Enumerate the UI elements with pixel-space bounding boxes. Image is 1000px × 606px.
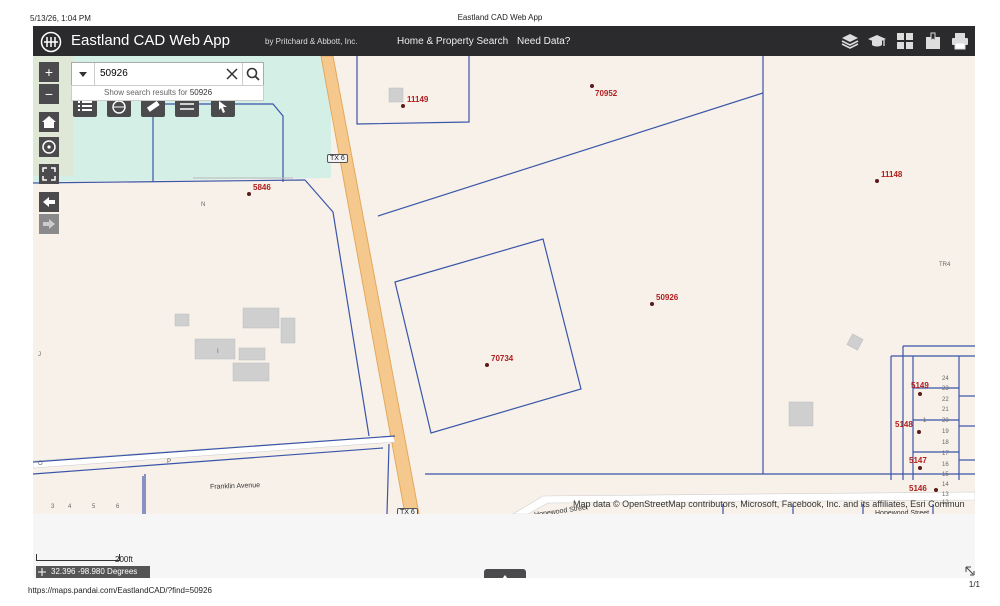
lot-number: 17 [942,451,949,457]
nav-home-property-search[interactable]: Home & Property Search [397,36,508,47]
parcel-label[interactable]: 70952 [595,89,617,98]
search-suggestion[interactable]: Show search results for 50926 [71,85,264,101]
parcel-label[interactable]: 5149 [911,381,929,390]
lot-number: 5 [92,504,96,510]
top-bar: Eastland CAD Web App by Pritchard & Abbo… [33,26,975,56]
parcel-label[interactable]: 5148 [895,420,913,429]
app-window: Eastland CAD Web App by Pritchard & Abbo… [33,26,975,578]
fullscreen-icon [42,167,56,181]
arrow-left-icon [43,197,55,207]
lot-letter: O [38,461,43,467]
map-view[interactable]: 11149 70952 5846 11148 50926 70734 5149 … [33,56,975,525]
locate-icon [42,140,56,154]
search-input[interactable] [100,65,220,81]
bookmark-icon[interactable] [923,31,943,51]
parcel-label[interactable]: 50926 [656,293,678,302]
close-icon [226,68,238,80]
suggestion-label: Show search results for [104,88,188,97]
graduation-cap-icon[interactable] [867,31,887,51]
parcel-dot[interactable] [875,179,879,183]
fullscreen-button[interactable] [39,164,59,184]
parcel-dot[interactable] [401,104,405,108]
lot-number: 20 [942,418,949,424]
suggestion-term: 50926 [189,88,213,97]
bottom-panel-toggle[interactable] [484,569,526,578]
lot-number: 22 [942,397,949,403]
scale-label: 200ft [115,555,133,564]
search-widget [71,62,264,86]
crosshair-icon [38,568,46,576]
locate-button[interactable] [39,137,59,157]
parcel-label[interactable]: 70734 [491,354,513,363]
parcel-dot[interactable] [934,488,938,492]
lot-number: 14 [942,482,949,488]
parcel-label[interactable]: 5146 [909,484,927,493]
lot-number: 6 [116,504,120,510]
lot-letter: N [201,202,206,208]
caret-up-icon [502,575,508,578]
lot-number: 23 [942,386,949,392]
parcel-dot[interactable] [918,392,922,396]
parcel-label[interactable]: 11149 [407,95,428,104]
zoom-out-button[interactable]: − [39,84,59,104]
parcel-map[interactable] [33,56,975,514]
next-extent-button[interactable] [39,214,59,234]
home-button[interactable] [39,112,59,132]
parcel-label[interactable]: 11148 [881,170,902,179]
lot-number: 21 [942,407,949,413]
lot-letter: P [167,459,172,465]
lot-number: 16 [942,462,949,468]
coordinate-text: 32.396 -98.980 Degrees [51,567,138,576]
parcel-dot[interactable] [650,302,654,306]
print-page-number: 1/1 [968,580,980,589]
print-icon[interactable] [950,31,970,51]
lot-number: 1 [923,418,927,424]
zoom-in-button[interactable]: + [39,62,59,82]
parcel-dot[interactable] [485,363,489,367]
search-icon [246,67,260,81]
parcel-label[interactable]: 5846 [253,183,271,192]
resize-icon[interactable] [965,566,975,576]
grid-icon[interactable] [895,31,915,51]
lot-number: 13 [942,492,949,498]
home-icon [42,116,56,128]
parcel-dot[interactable] [590,84,594,88]
lot-letter: J [38,352,41,358]
lot-letter: I [217,349,219,355]
parcel-dot[interactable] [917,430,921,434]
caret-down-icon [79,72,87,77]
print-url: https://maps.pandai.com/EastlandCAD/?fin… [28,586,212,595]
parcel-dot[interactable] [247,192,251,196]
tract-label: TR4 [939,262,951,268]
map-attribution: Map data © OpenStreetMap contributors, M… [573,499,965,509]
nav-need-data[interactable]: Need Data? [517,36,570,47]
lot-number: 15 [942,472,949,478]
arrow-right-icon [43,219,55,229]
coordinate-readout[interactable]: 32.396 -98.980 Degrees [36,566,150,578]
lot-number: 19 [942,429,949,435]
layers-icon[interactable] [840,31,860,51]
search-button[interactable] [242,63,264,85]
clear-search-button[interactable] [224,65,240,83]
byline: by Pritchard & Abbott, Inc. [265,37,358,46]
lot-number: 3 [51,504,55,510]
parcel-dot[interactable] [918,466,922,470]
lot-number: 4 [68,504,72,510]
app-title: Eastland CAD Web App [71,32,230,49]
scale-bar [36,554,120,561]
lot-number: 18 [942,440,949,446]
highway-shield: TX 6 [327,154,348,163]
search-source-dropdown[interactable] [72,63,95,85]
print-page-title: Eastland CAD Web App [457,13,543,22]
app-logo-icon [40,31,62,53]
parcel-label[interactable]: 5147 [909,456,927,465]
lot-number: 24 [942,376,949,382]
previous-extent-button[interactable] [39,192,59,212]
